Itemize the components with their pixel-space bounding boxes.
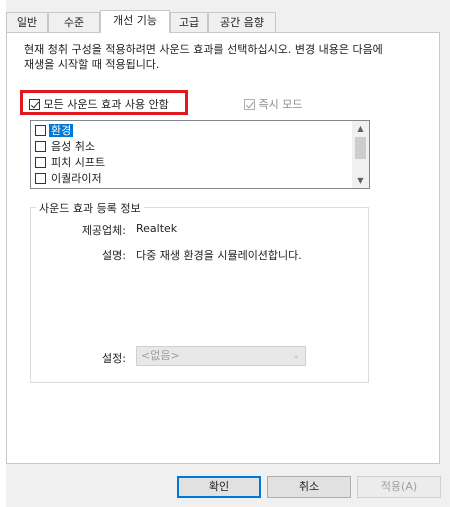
checkbox-icon[interactable] <box>35 125 46 136</box>
description-value: 다중 재생 환경을 시뮬레이션합니다. <box>136 249 302 262</box>
immediate-mode-label: 즉시 모드 <box>258 98 303 111</box>
tab-general[interactable]: 일반 <box>6 12 48 32</box>
effect-label: 이퀄라이저 <box>51 172 102 185</box>
list-scrollbar[interactable]: ▲ ▼ <box>352 121 369 188</box>
group-title: 사운드 효과 등록 정보 <box>36 200 144 216</box>
list-item[interactable]: 환경 <box>35 123 74 139</box>
tab-levels[interactable]: 수준 <box>48 12 100 32</box>
setting-combobox[interactable]: <없음> ⌄ <box>136 346 306 366</box>
list-item[interactable]: 이퀄라이저 <box>35 171 104 187</box>
disable-all-checkbox[interactable]: 모든 사운드 효과 사용 안함 <box>29 96 169 112</box>
list-item[interactable]: 피치 시프트 <box>35 155 107 171</box>
setting-value: <없음> <box>141 349 180 362</box>
checkbox-icon[interactable] <box>35 157 46 168</box>
checkbox-icon[interactable] <box>35 141 46 152</box>
description-text: 현재 청취 구성을 적용하려면 사운드 효과를 선택하십시오. 변경 내용은 다… <box>24 43 383 71</box>
disable-all-label: 모든 사운드 효과 사용 안함 <box>43 98 169 111</box>
checkbox-checked-icon <box>29 99 40 110</box>
provider-value: Realtek <box>136 222 178 235</box>
tab-enhancements[interactable]: 개선 기능 <box>100 10 170 33</box>
chevron-up-icon[interactable]: ▲ <box>352 121 369 136</box>
checkbox-checked-icon <box>244 99 255 110</box>
provider-label: 제공업체: <box>81 224 126 237</box>
effect-label: 환경 <box>49 124 74 137</box>
tab-spatial-sound[interactable]: 공간 음향 <box>208 12 276 32</box>
scrollbar-thumb[interactable] <box>355 137 366 159</box>
immediate-mode-checkbox[interactable]: 즉시 모드 <box>244 96 302 112</box>
tab-advanced[interactable]: 고급 <box>170 12 208 32</box>
effect-label: 피치 시프트 <box>51 156 106 169</box>
effect-label: 음성 취소 <box>51 140 95 153</box>
cancel-button[interactable]: 취소 <box>267 476 351 498</box>
chevron-down-icon: ⌄ <box>292 351 300 361</box>
apply-button[interactable]: 적용(A) <box>357 476 441 498</box>
description-label: 설명: <box>102 249 126 262</box>
effects-listbox[interactable]: 환경 음성 취소 피치 시프트 이퀄라이저 ▲ ▼ <box>30 120 370 189</box>
setting-label: 설정: <box>102 352 126 365</box>
ok-button[interactable]: 확인 <box>177 476 261 498</box>
tab-bar: 일반 수준 개선 기능 고급 공간 음향 <box>6 10 446 33</box>
checkbox-icon[interactable] <box>35 173 46 184</box>
list-item[interactable]: 음성 취소 <box>35 139 97 155</box>
chevron-down-icon[interactable]: ▼ <box>352 173 369 188</box>
